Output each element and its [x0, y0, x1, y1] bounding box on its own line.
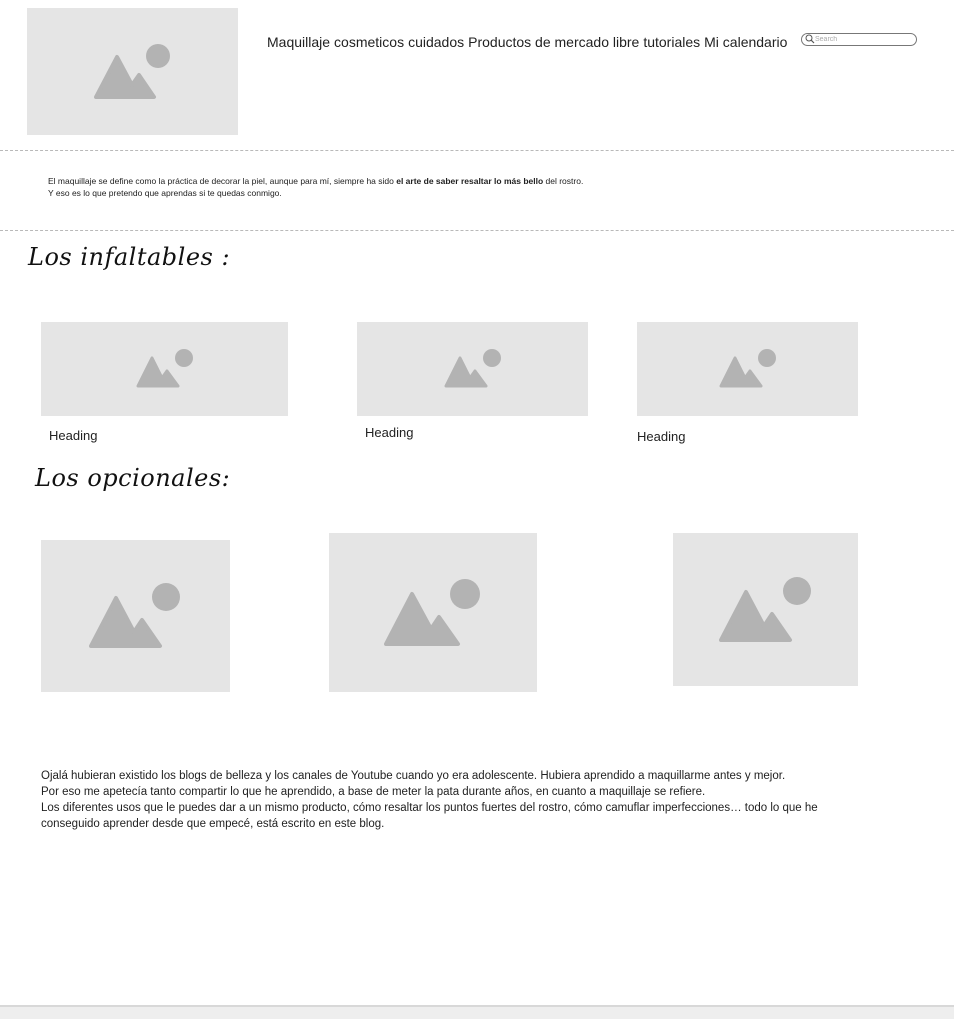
nav-item-maquillaje[interactable]: Maquillaje: [267, 34, 330, 50]
outro-line-3: Los diferentes usos que le puedes dar a …: [41, 802, 818, 830]
section-title-opcionales: Los opcionales:: [35, 464, 231, 492]
nav-item-tutoriales[interactable]: tutoriales: [643, 34, 700, 50]
intro-divider: [0, 230, 954, 231]
image-placeholder-icon: [384, 578, 480, 646]
opcional-image-2[interactable]: [329, 533, 537, 692]
main-nav: Maquillaje cosmeticos cuidados Productos de…: [267, 34, 791, 50]
opcional-image-3[interactable]: [673, 533, 858, 686]
infaltable-card-heading-3: Heading: [637, 429, 686, 444]
nav-item-cuidados[interactable]: cuidados: [408, 34, 464, 50]
infaltable-card-image-1[interactable]: [41, 322, 288, 416]
nav-item-cosmeticos[interactable]: cosmeticos: [334, 34, 404, 50]
image-placeholder-icon: [93, 43, 170, 99]
intro-line-1-end: del rostro.: [543, 176, 584, 186]
nav-item-calendario[interactable]: Mi calendario: [704, 34, 787, 50]
outro-line-1: Ojalá hubieran existido los blogs de bel…: [41, 770, 786, 782]
opcional-image-1[interactable]: [41, 540, 230, 692]
search-input[interactable]: [815, 34, 910, 45]
image-placeholder-icon: [719, 349, 776, 388]
nav-item-productos[interactable]: Productos de mercado libre: [468, 34, 639, 50]
infaltable-card-heading-1: Heading: [49, 428, 98, 443]
infaltable-card-image-3[interactable]: [637, 322, 858, 416]
infaltable-card-image-2[interactable]: [357, 322, 588, 416]
infaltable-card-heading-2: Heading: [365, 425, 414, 440]
search-icon: [805, 34, 815, 44]
logo-image[interactable]: [27, 8, 238, 135]
image-placeholder-icon: [88, 583, 180, 648]
outro-line-2: Por eso me apetecía tanto compartir lo q…: [41, 786, 706, 798]
intro-line-1-start: El maquillaje se define como la práctica…: [48, 176, 397, 186]
image-placeholder-icon: [718, 576, 811, 642]
top-divider: [0, 150, 954, 151]
intro-line-2: Y eso es lo que pretendo que aprendas si…: [48, 188, 282, 198]
image-placeholder-icon: [136, 349, 193, 388]
search-box[interactable]: [801, 33, 917, 46]
image-placeholder-icon: [444, 349, 501, 388]
intro-highlight: el arte de saber resaltar lo más bello: [396, 176, 544, 186]
intro-text: El maquillaje se define como la práctica…: [48, 175, 583, 199]
outro-text: Ojalá hubieran existido los blogs de bel…: [41, 768, 861, 832]
section-title-infaltables: Los infaltables :: [28, 243, 231, 271]
intro-line-1: El maquillaje se define como la práctica…: [48, 175, 583, 187]
